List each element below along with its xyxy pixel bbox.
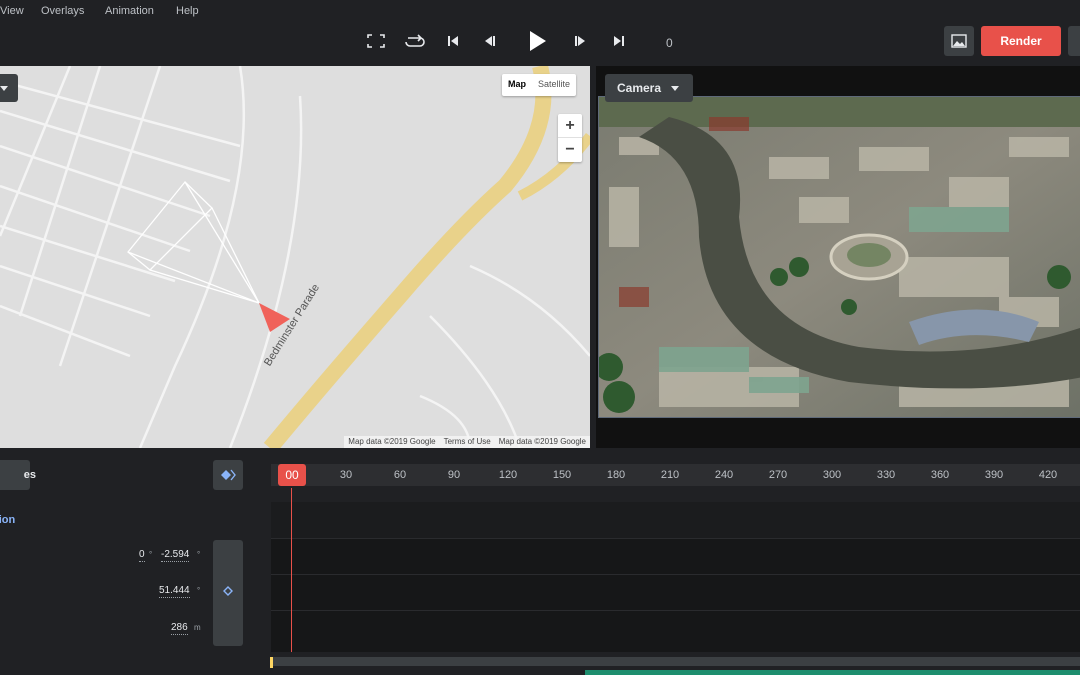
track-row[interactable] — [271, 538, 1080, 574]
map-type-toggle: Map Satellite — [502, 74, 577, 96]
current-frame-marker[interactable]: 00 — [278, 464, 306, 486]
loop-icon[interactable] — [402, 30, 428, 52]
unit-label: ° — [149, 550, 153, 559]
timeline-header: es 00 30 60 90 120 150 180 210 240 270 3… — [0, 448, 1080, 502]
timeline-scrollbar[interactable] — [271, 657, 1080, 666]
menu-view[interactable]: View — [0, 5, 24, 17]
unit-label: ° — [197, 586, 201, 595]
ruler-tick: 120 — [498, 469, 518, 481]
frame-counter: 0 — [666, 36, 673, 50]
ruler-tick: 60 — [393, 469, 407, 481]
attribution-text: Map data ©2019 Google — [498, 437, 586, 446]
map-type-satellite[interactable]: Satellite — [532, 74, 576, 96]
terms-link[interactable]: Terms of Use — [444, 437, 491, 447]
keyframe-column — [213, 540, 243, 646]
zoom-in-button[interactable]: + — [558, 114, 582, 138]
keyframes-button[interactable]: es — [0, 460, 36, 490]
add-keyframe-button[interactable] — [213, 460, 243, 490]
step-back-icon[interactable] — [477, 30, 503, 52]
caret-down-icon — [671, 85, 680, 91]
ruler-tick: 420 — [1038, 469, 1058, 481]
unit-label: m — [194, 623, 201, 632]
longitude-degrees-field[interactable]: 0 — [139, 549, 145, 562]
play-icon[interactable] — [523, 27, 551, 55]
map-attribution: Map data ©2019 Google Terms of Use Map d… — [344, 436, 590, 448]
ruler-tick: 360 — [930, 469, 950, 481]
attribution-text: Map data ©2019 Google — [348, 437, 436, 446]
track-row[interactable] — [271, 574, 1080, 610]
camera-dropdown[interactable]: Camera — [605, 74, 693, 102]
track-row[interactable] — [271, 610, 1080, 646]
zoom-out-button[interactable]: − — [558, 138, 582, 162]
keyframes-label: es — [23, 469, 36, 481]
menu-help[interactable]: Help — [176, 5, 199, 17]
menu-overlays[interactable]: Overlays — [41, 5, 84, 17]
skip-to-end-icon[interactable] — [606, 30, 632, 52]
ruler-tick: 210 — [660, 469, 680, 481]
map-type-map[interactable]: Map — [502, 74, 532, 96]
ruler-tick: 390 — [984, 469, 1004, 481]
ruler-tick: 150 — [552, 469, 572, 481]
map-panel[interactable]: Bedminster Parade Map Satellite + − Map … — [0, 66, 590, 448]
step-forward-icon[interactable] — [567, 30, 593, 52]
ruler-tick: 330 — [876, 469, 896, 481]
track-area[interactable] — [271, 502, 1080, 652]
snapshot-button[interactable] — [944, 26, 974, 56]
scroll-marker[interactable] — [270, 657, 273, 668]
menu-bar: View Overlays Animation Help — [0, 0, 1080, 22]
menu-animation[interactable]: Animation — [105, 5, 154, 17]
transport-toolbar: 0 Render — [0, 22, 1080, 66]
property-panel: ition 0 ° -2.594 ° 51.444 ° 286 m — [0, 502, 271, 652]
keyframe-diamond-icon[interactable] — [223, 586, 233, 596]
camera-dropdown-label: Camera — [617, 81, 662, 95]
timeline-ruler[interactable]: 00 30 60 90 120 150 180 210 240 270 300 … — [271, 464, 1080, 486]
ruler-tick: 90 — [447, 469, 461, 481]
image-icon — [951, 34, 967, 48]
unit-label: ° — [197, 550, 201, 559]
playhead[interactable] — [291, 488, 292, 652]
more-button[interactable] — [1068, 26, 1080, 56]
caret-down-icon — [0, 85, 8, 91]
fullscreen-icon[interactable] — [363, 30, 389, 52]
map-canvas[interactable] — [0, 66, 590, 448]
zoom-control: + − — [558, 114, 582, 162]
ruler-tick: 300 — [822, 469, 842, 481]
ruler-tick: 270 — [768, 469, 788, 481]
longitude-field[interactable]: -2.594 — [161, 549, 190, 562]
camera-panel: Camera — [596, 66, 1080, 448]
skip-to-start-icon[interactable] — [440, 30, 466, 52]
ruler-tick: 180 — [606, 469, 626, 481]
map-menu-button[interactable] — [0, 74, 18, 102]
ruler-tick: 30 — [339, 469, 353, 481]
render-button[interactable]: Render — [981, 26, 1061, 56]
altitude-field[interactable]: 286 — [171, 622, 188, 635]
track-row[interactable] — [271, 502, 1080, 538]
latitude-field[interactable]: 51.444 — [159, 585, 190, 598]
progress-strip — [585, 670, 1080, 675]
camera-viewport[interactable] — [598, 96, 1080, 418]
ruler-tick: 240 — [714, 469, 734, 481]
keyframe-diamond-icon — [221, 469, 236, 481]
section-title[interactable]: ition — [0, 514, 15, 526]
